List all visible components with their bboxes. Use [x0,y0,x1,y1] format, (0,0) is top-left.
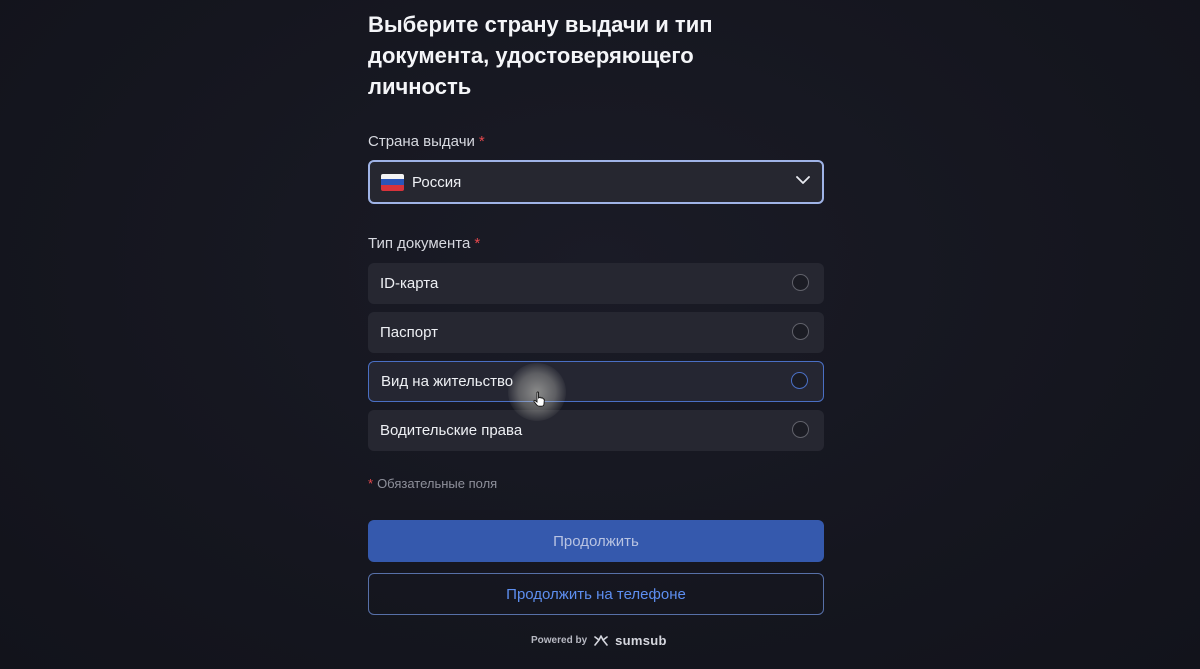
doc-option-label: Вид на жительство [381,373,514,390]
country-label: Страна выдачи * [368,133,485,150]
russia-flag-icon [381,173,404,191]
sumsub-logo-icon [594,634,608,646]
required-fields-text: Обязательные поля [377,476,498,491]
required-fields-note: * Обязательные поля [368,476,497,491]
radio-button[interactable] [791,372,808,389]
document-type-label-text: Тип документа [368,235,471,252]
page: Выберите страну выдачи и тип документа, … [0,0,1200,669]
doc-option-label: ID-карта [380,275,439,292]
doc-option-label: Водительские права [380,422,523,439]
country-select-value: Россия [412,173,462,191]
doc-option-label: Паспорт [380,324,438,341]
document-type-label: Тип документа * [368,235,480,252]
required-asterisk: * [368,476,374,491]
radio-button[interactable] [792,323,809,340]
radio-button[interactable] [792,421,809,438]
page-title: Выберите страну выдачи и тип документа, … [368,12,713,99]
required-asterisk: * [478,133,485,150]
country-label-text: Страна выдачи [368,133,475,150]
powered-by-footer[interactable]: Powered by sumsub [531,633,667,648]
radio-button[interactable] [792,274,809,291]
country-select[interactable]: Россия [368,160,824,204]
powered-by-text: Powered by [531,635,588,646]
doc-option-passport[interactable]: Паспорт [368,312,824,353]
chevron-down-icon[interactable] [796,175,810,185]
required-asterisk: * [474,235,481,252]
doc-option-id-card[interactable]: ID-карта [368,263,824,304]
doc-option-drivers-license[interactable]: Водительские права [368,410,824,451]
continue-button[interactable]: Продолжить [368,520,824,562]
doc-option-residence-permit[interactable]: Вид на жительство [368,361,824,402]
brand-name: sumsub [615,633,667,648]
continue-on-phone-button[interactable]: Продолжить на телефоне [368,573,824,615]
